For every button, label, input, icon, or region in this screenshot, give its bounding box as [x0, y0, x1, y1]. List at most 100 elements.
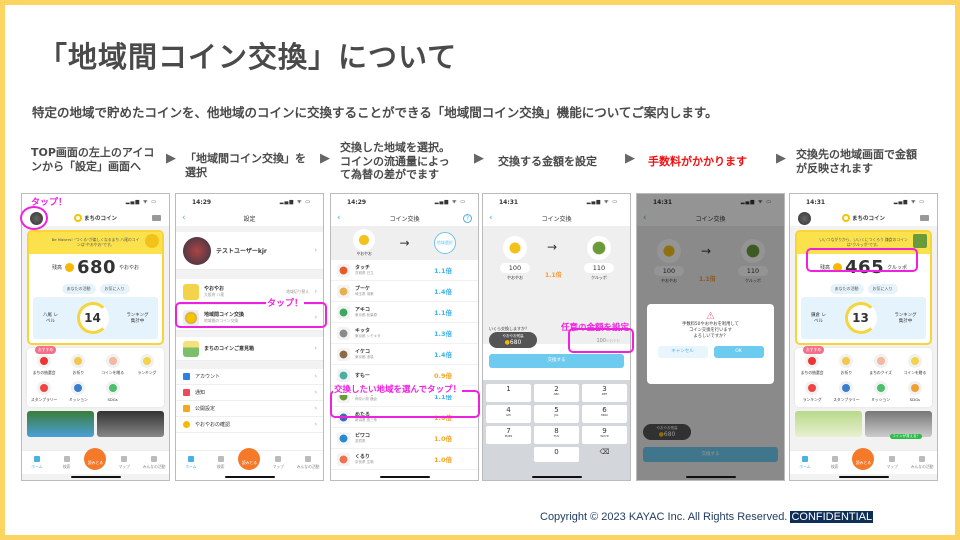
mail-icon[interactable] [920, 215, 929, 221]
feature-item[interactable]: コインを贈る [898, 354, 932, 376]
coin-list-item[interactable]: タッチ 茨城県 日立 1.1倍 [331, 260, 478, 281]
coin-list-item[interactable]: ブーケ 埼玉県 鴻巣 1.4倍 [331, 281, 478, 302]
keypad-key[interactable]: 6 MNO [582, 405, 627, 423]
nav-home[interactable]: ホーム [179, 455, 203, 470]
bottom-nav: ホーム 検索 読みとる マップ みんなの活動 [790, 447, 937, 474]
nav-activity[interactable]: みんなの活動 [296, 455, 320, 470]
balance-value: 680 [76, 257, 117, 278]
feature-icon [105, 354, 120, 368]
banner-image[interactable] [27, 411, 94, 437]
nav-activity[interactable]: みんなの活動 [142, 455, 166, 470]
feature-item[interactable]: SDGs [96, 381, 130, 403]
my-activity-button[interactable]: あなたの活動 [829, 284, 864, 294]
exchange-button[interactable]: 交換する [489, 354, 624, 368]
nav-home[interactable]: ホーム [25, 455, 49, 470]
dialog-text: よろしいですか？ [693, 334, 728, 339]
nav-activity[interactable]: みんなの活動 [910, 455, 934, 470]
coin-list-item[interactable]: キッタ 東京都 シモキタ 1.3倍 [331, 323, 478, 344]
keypad-key[interactable]: 8 TUV [534, 426, 579, 444]
home-indicator [70, 476, 121, 478]
step-2-caption: 「地域間コイン交換」を選択 [185, 152, 306, 179]
favorites-button[interactable]: お気に入り [99, 284, 130, 294]
feature-grid: おすすめ まちの抽選会 お祈り コインを贈る ランキング スタンプラリー ミッション SDGs [27, 346, 164, 407]
settings-item[interactable]: アカウント › [176, 369, 323, 385]
my-activity-button[interactable]: あなたの活動 [61, 284, 96, 294]
nav-home[interactable]: ホーム [793, 455, 817, 470]
banner-image[interactable] [97, 411, 164, 437]
coin-list-item[interactable]: イケコ 東京都 池袋 1.4倍 [331, 344, 478, 365]
tap-highlight-box [806, 248, 918, 272]
help-icon[interactable]: ? [463, 213, 472, 223]
status-time: 14:31 [806, 198, 826, 206]
feature-item[interactable]: ランキング [795, 381, 829, 403]
feature-item[interactable]: お祈り [61, 354, 95, 376]
feature-item[interactable]: ランキング [130, 354, 164, 376]
backspace-key[interactable]: ⌫ [582, 447, 627, 462]
settings-item[interactable]: やおやおの確認 › [176, 417, 323, 433]
back-icon[interactable]: ‹ [182, 213, 186, 223]
keypad-key[interactable]: 0 [534, 447, 579, 462]
feature-icon [907, 354, 922, 368]
coin-list-item[interactable]: くるり 奈良県 生駒 1.0倍 [331, 449, 478, 470]
feature-label: まちの抽選会 [800, 370, 824, 375]
nav-scan-button[interactable]: 読みとる [84, 447, 107, 470]
cancel-button[interactable]: キャンセル [657, 346, 708, 358]
screen-title: コイン交換 [541, 215, 572, 223]
nav-search[interactable]: 検索 [55, 455, 79, 470]
ranking-link[interactable]: ランキング 集計中 [126, 312, 150, 324]
feature-item[interactable]: スタンプラリー [829, 381, 863, 403]
nav-map[interactable]: マップ [112, 455, 136, 470]
favorites-button[interactable]: お気に入り [867, 284, 898, 294]
feature-item[interactable]: コインを贈る [96, 354, 130, 376]
tap-annotation: タップ！ [266, 296, 305, 309]
keypad-key[interactable]: 5 JKL [534, 405, 579, 423]
nav-map[interactable]: マップ [266, 455, 290, 470]
profile-row[interactable]: テストユーザーkjr › [176, 232, 323, 270]
feature-item[interactable]: まちの抽選会 [27, 354, 61, 376]
back-icon[interactable]: ‹ [337, 213, 341, 223]
nav-search[interactable]: 検索 [209, 455, 233, 470]
banner-image[interactable] [795, 411, 862, 437]
ranking-link[interactable]: ランキング 集計中 [894, 312, 918, 324]
status-icons: ▂▄▆ ᯤ ▭ [893, 199, 925, 205]
keypad-key[interactable]: 1 [486, 384, 531, 402]
keypad-key[interactable]: 2 ABC [534, 384, 579, 402]
feature-icon [105, 381, 120, 395]
feature-item[interactable]: SDGs [898, 381, 932, 403]
feature-item[interactable]: ミッション [61, 381, 95, 403]
back-icon[interactable]: ‹ [489, 213, 493, 223]
coin-name: くるり [355, 454, 370, 460]
settings-item[interactable]: 通知 › [176, 385, 323, 401]
feature-item[interactable]: お祈り [829, 354, 863, 376]
ok-button[interactable]: OK [713, 346, 764, 358]
level-ring: 14 [76, 302, 109, 334]
keypad-key[interactable]: 3 DEF [582, 384, 627, 402]
nav-scan-button[interactable]: 読みとる [238, 447, 261, 470]
balance-label: 残高 [51, 265, 62, 271]
coin-mascot-icon [337, 305, 350, 319]
home-icon [801, 455, 808, 462]
keypad-key[interactable]: 4 GHI [486, 405, 531, 423]
region-select-button[interactable]: 地域選択 [433, 232, 456, 254]
feedback-row[interactable]: まちのコインご意見箱 › [176, 337, 323, 361]
keypad-key[interactable]: 9 WXYZ [582, 426, 627, 444]
mascot-icon [913, 234, 927, 248]
feature-item[interactable]: まちのクイズ [864, 354, 898, 376]
nav-scan-button[interactable]: 読みとる [852, 447, 875, 470]
feature-item[interactable]: まちの抽選会 [795, 354, 829, 376]
coin-list-item[interactable]: アキコ 東京都 秋葉原 1.1倍 [331, 302, 478, 323]
nav-search[interactable]: 検索 [823, 455, 847, 470]
region-switch-link[interactable]: 地域切り替え [286, 289, 309, 295]
settings-item[interactable]: 公開設定 › [176, 401, 323, 417]
avatar[interactable] [798, 212, 811, 225]
feature-item[interactable]: ミッション [864, 381, 898, 403]
privacy-icon [183, 405, 190, 412]
feature-item[interactable]: スタンプラリー [27, 381, 61, 403]
key-letters: TUV [553, 434, 560, 438]
nav-map[interactable]: マップ [880, 455, 904, 470]
keypad-key[interactable]: 7 PQRS [486, 426, 531, 444]
coin-list-item[interactable]: ビワコ 滋賀県 1.0倍 [331, 428, 478, 449]
search-icon [217, 455, 224, 462]
recommended-badge: おすすめ [803, 346, 825, 354]
mail-icon[interactable] [152, 215, 161, 221]
